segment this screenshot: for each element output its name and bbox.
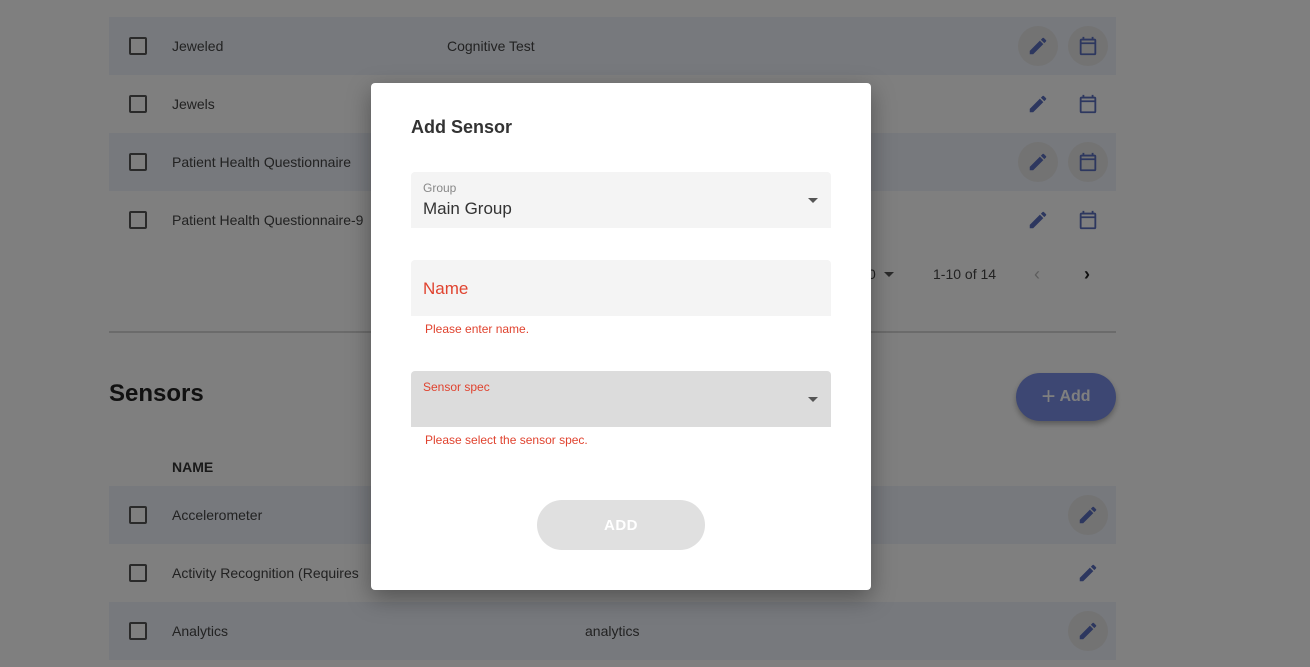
group-select[interactable]: Group Main Group (411, 172, 831, 228)
group-value: Main Group (423, 199, 512, 218)
sensor-spec-label: Sensor spec (423, 380, 490, 394)
caret-down-icon (808, 198, 818, 203)
dialog-title: Add Sensor (411, 117, 513, 137)
name-input[interactable]: Name (411, 260, 831, 316)
name-placeholder: Name (423, 279, 469, 298)
name-error-text: Please enter name. (425, 322, 530, 336)
add-submit-button[interactable]: ADD (537, 500, 705, 550)
caret-down-icon (808, 397, 818, 402)
add-sensor-dialog: Add Sensor Group Main Group Name Please … (371, 83, 871, 590)
sensor-spec-error-text: Please select the sensor spec. (425, 433, 588, 447)
sensor-spec-select[interactable]: Sensor spec (411, 371, 831, 427)
group-label: Group (423, 181, 457, 195)
